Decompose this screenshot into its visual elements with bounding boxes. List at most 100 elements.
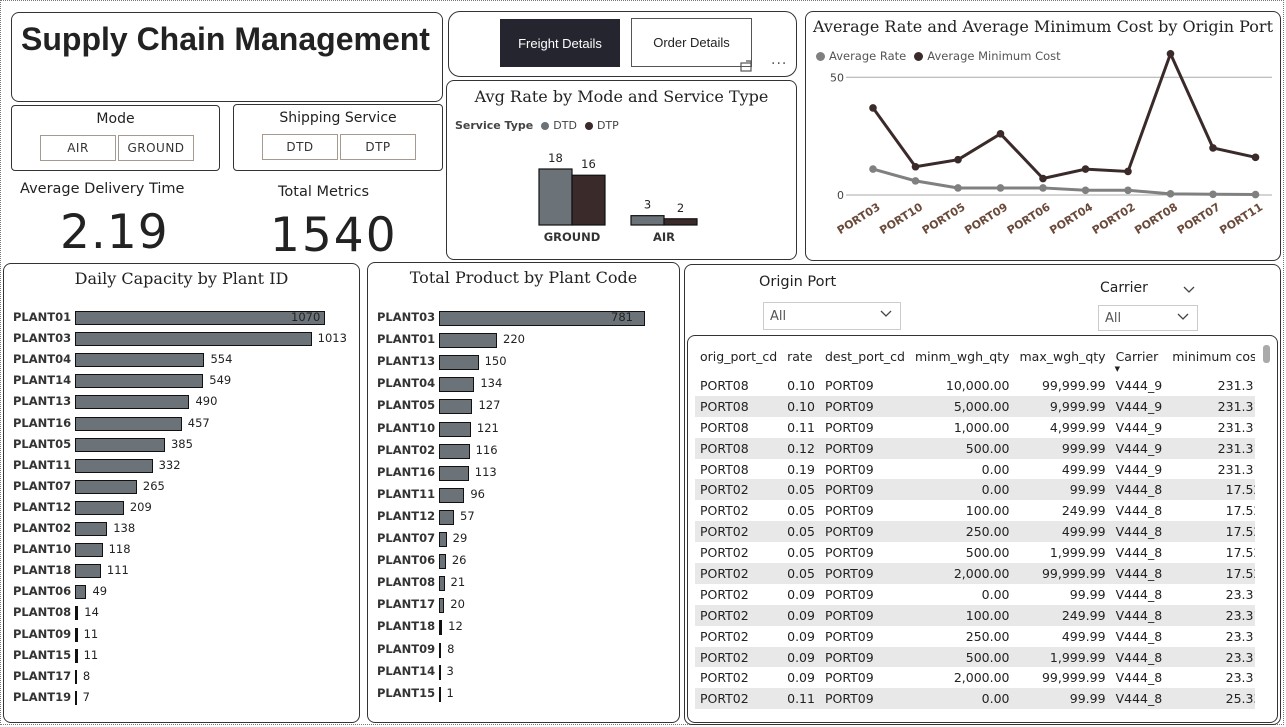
col-carrier[interactable]: Carrier ▼	[1111, 337, 1168, 375]
data-point[interactable]	[996, 184, 1005, 192]
col-minimum-cost[interactable]: minimum cost	[1167, 337, 1255, 375]
cell-min-weight: 0.00	[909, 688, 1015, 710]
bar[interactable]	[439, 554, 446, 570]
table-row[interactable]: PORT080.12PORT09500.00999.99V444_9231.31	[695, 437, 1255, 459]
bar[interactable]	[75, 479, 137, 494]
bar[interactable]	[75, 585, 87, 600]
origin-port-dropdown[interactable]: All	[763, 302, 901, 330]
column-bar[interactable]	[571, 174, 606, 226]
bar[interactable]	[75, 648, 78, 663]
data-point[interactable]	[1039, 174, 1047, 183]
bar[interactable]	[75, 395, 190, 410]
bar[interactable]	[439, 532, 447, 547]
data-point[interactable]	[1166, 49, 1175, 58]
table-scrollbar[interactable]	[1263, 345, 1270, 363]
table-row[interactable]: PORT08 0.19 PORT09 0.00 499.99 V444_9 231.31	[695, 459, 1255, 480]
service-dtp-button[interactable]: DTP	[340, 134, 416, 160]
col-rate[interactable]: rate	[782, 337, 820, 375]
bar[interactable]	[439, 355, 479, 371]
bar[interactable]	[439, 664, 441, 680]
bar[interactable]	[75, 522, 108, 536]
bar[interactable]	[439, 576, 445, 592]
x-tick-label: PORT09	[962, 201, 1010, 238]
bar[interactable]	[439, 421, 471, 437]
order-details-button[interactable]: Order Details	[631, 18, 752, 67]
col-max-weight[interactable]: max_wgh_qty	[1015, 337, 1111, 375]
mode-air-button[interactable]: AIR	[40, 135, 116, 161]
data-point[interactable]	[1124, 186, 1132, 195]
bar[interactable]	[75, 458, 153, 473]
data-point[interactable]	[1166, 190, 1175, 198]
bar[interactable]	[75, 669, 77, 684]
bar[interactable]	[75, 606, 79, 621]
bar[interactable]	[439, 487, 465, 503]
bar[interactable]	[75, 416, 182, 431]
table-row[interactable]: PORT020.05PORT090.0099.99V444_817.52	[695, 479, 1255, 501]
data-point[interactable]	[1039, 184, 1047, 192]
bar[interactable]	[75, 374, 204, 389]
bar[interactable]	[439, 465, 469, 481]
freight-details-button[interactable]: Freight Details	[500, 19, 620, 67]
bar[interactable]	[75, 500, 124, 515]
cell-max-weight: 249.99	[1061, 503, 1106, 519]
bar[interactable]	[75, 543, 103, 558]
table-row[interactable]: PORT02 0.09 PORT09 500.00 1,999.99 V444_8 23.3…	[695, 646, 1255, 668]
table-row[interactable]: PORT020.11PORT090.0099.99V444_825.33	[695, 688, 1255, 710]
bar[interactable]	[439, 686, 441, 702]
data-point[interactable]	[1124, 167, 1132, 176]
col-min-weight[interactable]: minm_wgh_qty	[910, 337, 1015, 375]
table-row[interactable]: PORT02 0.09 PORT09 250.00 499.99 V444_8 23.31	[695, 626, 1255, 647]
data-point[interactable]	[1209, 144, 1217, 152]
bar[interactable]	[439, 333, 498, 349]
table-row[interactable]: PORT02 0.09 PORT09 2,000.00 99,999.99 V444_8 2…	[695, 667, 1255, 688]
table-row[interactable]: PORT020.05PORT09250.00499.99V444_817.52	[695, 521, 1255, 543]
col-dest-port[interactable]: dest_port_cd	[820, 337, 910, 375]
data-point[interactable]	[996, 130, 1005, 138]
column-bar[interactable]	[538, 168, 573, 226]
data-point[interactable]	[954, 155, 962, 164]
bar[interactable]	[75, 311, 325, 325]
bar[interactable]	[439, 620, 443, 636]
data-point[interactable]	[869, 104, 877, 112]
bar[interactable]	[75, 353, 205, 368]
column-bar[interactable]	[630, 215, 665, 226]
bar[interactable]	[439, 598, 445, 614]
bar[interactable]	[439, 443, 470, 459]
table-row[interactable]: PORT08 0.11 PORT09 1,000.00 4,999.99 V444_9 23…	[695, 417, 1255, 438]
col-orig-port[interactable]: orig_port_cd	[695, 337, 782, 375]
bar[interactable]	[75, 627, 78, 642]
data-point[interactable]	[911, 177, 920, 185]
bar[interactable]	[75, 332, 312, 347]
table-row[interactable]: PORT08 0.10 PORT09 5,000.00 9,999.99 V444_9 23…	[695, 395, 1255, 417]
data-point[interactable]	[1081, 186, 1090, 195]
bar[interactable]	[439, 642, 442, 658]
bar[interactable]	[439, 377, 475, 393]
data-point[interactable]	[1209, 190, 1217, 199]
column-bar[interactable]	[663, 218, 698, 226]
data-point[interactable]	[1251, 153, 1260, 162]
table-row[interactable]: PORT02 0.09 PORT09 0.00 99.99 V444_8 23.31	[695, 584, 1255, 605]
data-point[interactable]	[1081, 165, 1090, 173]
table-row[interactable]: PORT02 0.05 PORT09 500.00 1,999.99 V444_8 17.5…	[695, 542, 1255, 563]
bar-value-label: 96	[470, 486, 485, 501]
bar[interactable]	[75, 564, 101, 579]
table-row[interactable]: PORT02 0.05 PORT09 100.00 249.99 V444_8 17.52	[695, 500, 1255, 521]
carrier-chevron-icon[interactable]	[1183, 280, 1195, 299]
bar[interactable]	[75, 437, 165, 452]
total-product-card: Total Product by Plant Code PLANT03 781 PL…	[367, 262, 680, 723]
data-point[interactable]	[869, 165, 877, 173]
carrier-dropdown[interactable]: All	[1098, 305, 1198, 331]
focus-mode-icon[interactable]	[739, 59, 753, 73]
more-options-icon[interactable]: ···	[771, 56, 787, 72]
bar[interactable]	[75, 690, 77, 705]
bar[interactable]	[439, 509, 455, 525]
data-point[interactable]	[954, 184, 962, 192]
data-point[interactable]	[1251, 190, 1260, 199]
bar[interactable]	[439, 399, 473, 415]
table-row[interactable]: PORT020.09PORT09100.00249.99V444_823.31	[695, 604, 1255, 626]
mode-ground-button[interactable]: GROUND	[118, 135, 194, 161]
service-dtd-button[interactable]: DTD	[262, 134, 338, 160]
table-row[interactable]: PORT08 0.10 PORT09 10,000.00 99,999.99 V444_9…	[695, 375, 1255, 396]
data-point[interactable]	[911, 162, 920, 171]
table-row[interactable]: PORT02 0.05 PORT09 2,000.00 99,999.99 V444_8 1…	[695, 563, 1255, 584]
